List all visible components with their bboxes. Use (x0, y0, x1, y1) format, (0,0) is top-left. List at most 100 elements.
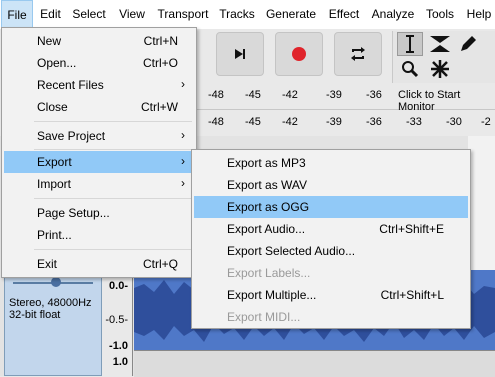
submenu-arrow-icon: › (181, 77, 185, 91)
ruler-label: -1.0 (109, 340, 128, 352)
menu-analyze[interactable]: Analyze (370, 0, 416, 29)
submenu-arrow-icon: › (181, 128, 185, 142)
loop-icon (351, 47, 365, 61)
ruler-label: 0.0- (109, 280, 128, 292)
menu-tools[interactable]: Tools (424, 0, 456, 29)
draw-tool-icon (461, 36, 476, 51)
menu-item-shortcut: Ctrl+W (141, 100, 178, 114)
menu-item-shortcut: Ctrl+O (142, 56, 178, 70)
menu-item-recent-files[interactable]: Recent Files › (4, 74, 194, 96)
menu-separator (34, 149, 192, 150)
menu-item-export-mp3[interactable]: Export as MP3 (194, 152, 468, 174)
menu-item-export-multiple[interactable]: Export Multiple... Ctrl+Shift+L (194, 284, 468, 306)
envelope-tool-icon (430, 36, 450, 52)
meter-tick: -39 (326, 116, 342, 128)
menu-item-export-midi: Export MIDI... (194, 306, 468, 328)
tools-toolbar (392, 31, 495, 83)
menu-item-label: Export as MP3 (227, 156, 306, 170)
export-submenu: Export as MP3 Export as WAV Export as OG… (191, 149, 471, 329)
loop-button[interactable] (334, 32, 382, 76)
multi-tool-icon (431, 60, 449, 78)
menu-view[interactable]: View (117, 0, 147, 29)
menu-edit[interactable]: Edit (37, 0, 64, 29)
meter-tick: -48 (208, 89, 224, 101)
menu-item-label: Export as OGG (227, 200, 310, 214)
menu-item-print[interactable]: Print... (4, 224, 194, 246)
menu-item-export-labels: Export Labels... (194, 262, 468, 284)
menu-separator (34, 121, 192, 122)
menu-item-shortcut: Ctrl+N (143, 34, 178, 48)
menu-item-label: New (37, 34, 62, 48)
menu-transport[interactable]: Transport (156, 0, 210, 29)
menu-item-label: Export (37, 155, 72, 169)
menu-item-label: Exit (37, 257, 58, 271)
menu-item-open[interactable]: Open... Ctrl+O (4, 52, 194, 74)
menu-item-label: Export Audio... (227, 222, 306, 236)
menu-item-label: Export Selected Audio... (227, 244, 356, 258)
menu-separator (34, 249, 192, 250)
second-channel[interactable] (134, 350, 495, 377)
meter-tick: -2 (481, 116, 491, 128)
track-format-info: Stereo, 48000Hz 32-bit float (9, 297, 92, 321)
menu-item-page-setup[interactable]: Page Setup... (4, 202, 194, 224)
meter-tick: -33 (406, 116, 422, 128)
menu-item-import[interactable]: Import › (4, 173, 194, 195)
menu-file[interactable]: File (1, 0, 33, 29)
track-control-panel: Stereo, 48000Hz 32-bit float (4, 270, 102, 376)
file-menu: New Ctrl+N Open... Ctrl+O Recent Files ›… (1, 27, 197, 278)
skip-to-end-button[interactable] (216, 32, 264, 76)
menu-separator (34, 198, 192, 199)
meter-tick: -36 (366, 89, 382, 101)
menu-item-label: Print... (37, 228, 72, 242)
menu-item-label: Export as WAV (227, 178, 308, 192)
pan-slider-knob[interactable] (51, 277, 61, 287)
menu-generate[interactable]: Generate (265, 0, 317, 29)
menu-item-exit[interactable]: Exit Ctrl+Q (4, 253, 194, 275)
ruler-label: 1.0 (112, 356, 128, 368)
menu-item-label: Close (37, 100, 68, 114)
menu-item-label: Export Labels... (227, 266, 311, 280)
meter-tick: -42 (282, 116, 298, 128)
selection-tool[interactable] (397, 32, 423, 56)
timeline-strip (468, 136, 495, 270)
multi-tool[interactable] (427, 57, 453, 81)
menu-item-label: Open... (37, 56, 77, 70)
meter-tick: -48 (208, 116, 224, 128)
skip-to-end-icon (235, 49, 245, 59)
menu-item-export-selected-audio[interactable]: Export Selected Audio... (194, 240, 468, 262)
menu-item-label: Import (37, 177, 72, 191)
meter-tick: -30 (446, 116, 462, 128)
selection-tool-icon (406, 35, 414, 53)
menu-item-save-project[interactable]: Save Project › (4, 125, 194, 147)
playback-meter[interactable]: -48 -45 -42 -39 -36 -33 -30 -2 (196, 110, 495, 137)
record-button[interactable] (275, 32, 323, 76)
menu-effect[interactable]: Effect (326, 0, 362, 29)
meter-tick: -36 (366, 116, 382, 128)
zoom-tool[interactable] (397, 57, 423, 81)
record-icon (292, 47, 306, 61)
menu-item-label: Save Project (37, 129, 106, 143)
meter-tick: -39 (326, 89, 342, 101)
menu-item-close[interactable]: Close Ctrl+W (4, 96, 194, 118)
record-meter[interactable]: -48 -45 -42 -39 -36 Click to Start Monit… (196, 83, 495, 113)
amplitude-ruler: 0.0- -0.5- -1.0 1.0 (102, 270, 133, 376)
menu-item-new[interactable]: New Ctrl+N (4, 30, 194, 52)
menu-item-export-wav[interactable]: Export as WAV (194, 174, 468, 196)
ruler-label: -0.5- (105, 314, 128, 326)
menu-item-label: Page Setup... (37, 206, 110, 220)
submenu-arrow-icon: › (181, 154, 185, 168)
menu-item-export[interactable]: Export › (4, 151, 194, 173)
menu-item-shortcut: Ctrl+Q (142, 257, 178, 271)
menu-help[interactable]: Help (465, 0, 493, 29)
menu-item-label: Export MIDI... (227, 310, 301, 324)
draw-tool[interactable] (455, 32, 481, 56)
menu-item-shortcut: Ctrl+Shift+E (379, 222, 444, 236)
menu-bar: File Edit Select View Transport Tracks G… (0, 0, 495, 30)
menu-item-label: Recent Files (37, 78, 104, 92)
menu-select[interactable]: Select (70, 0, 108, 29)
zoom-tool-icon (402, 61, 419, 78)
envelope-tool[interactable] (427, 32, 453, 56)
menu-item-export-ogg[interactable]: Export as OGG (194, 196, 468, 218)
menu-tracks[interactable]: Tracks (218, 0, 256, 29)
menu-item-export-audio[interactable]: Export Audio... Ctrl+Shift+E (194, 218, 468, 240)
